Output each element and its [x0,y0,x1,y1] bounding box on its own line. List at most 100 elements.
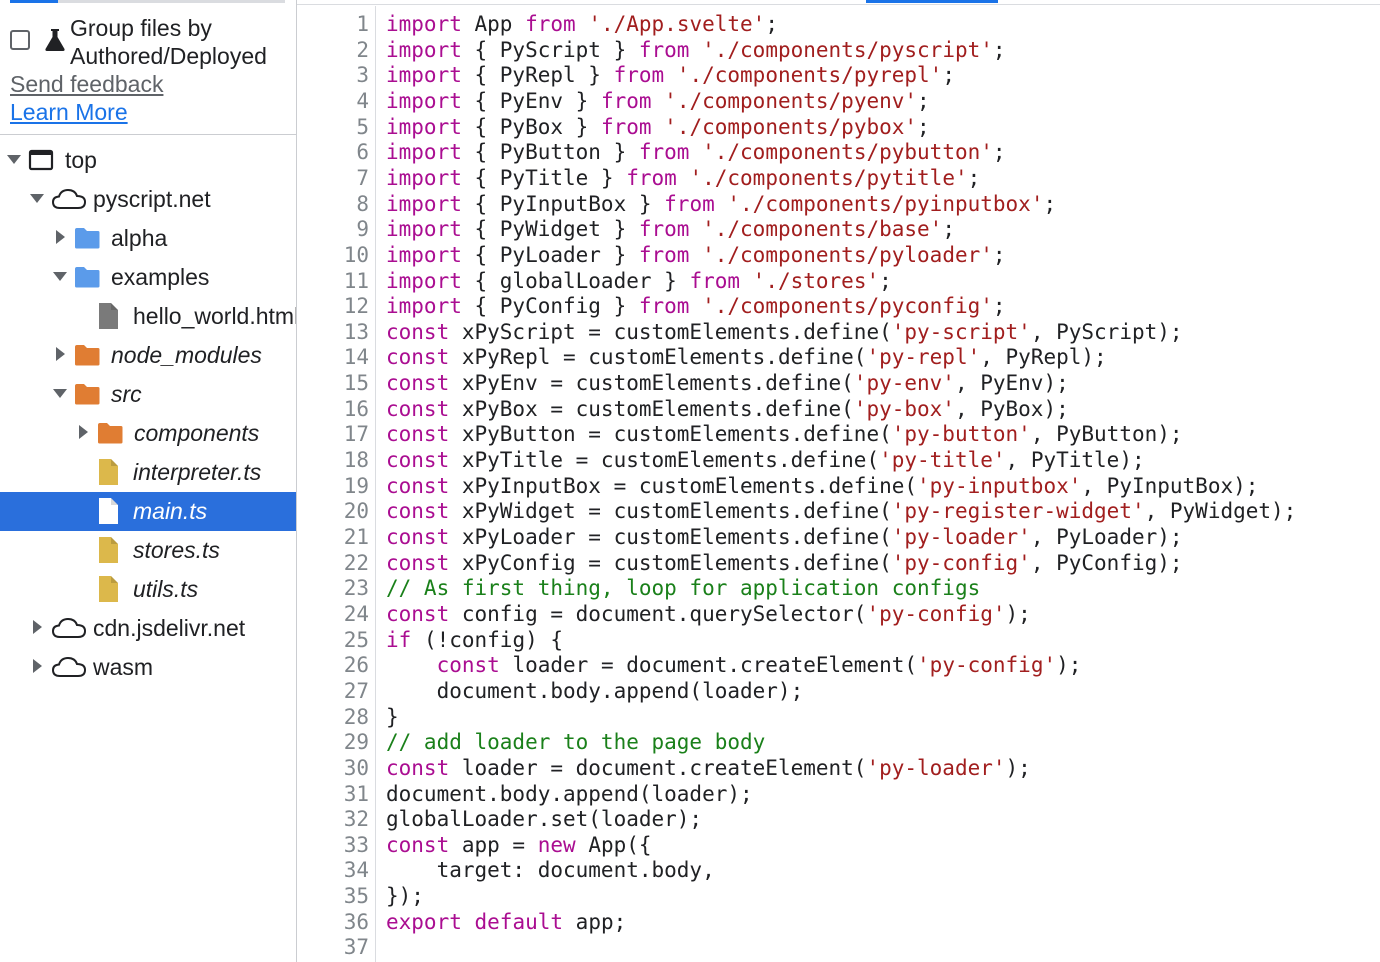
code-line[interactable]: 2 import { PyScript } from './components/… [297,38,1380,64]
collapsed-arrow-icon[interactable] [29,658,45,674]
code-line[interactable]: 9 import { PyWidget } from './components/… [297,217,1380,243]
line-number[interactable]: 35 [297,884,369,910]
line-number[interactable]: 3 [297,63,369,89]
code-text[interactable]: } [386,705,399,731]
line-number[interactable]: 25 [297,628,369,654]
expanded-arrow-icon[interactable] [29,190,45,206]
tree-item[interactable]: top [0,141,296,180]
code-line[interactable]: 24 const config = document.querySelector(… [297,602,1380,628]
code-text[interactable]: import { PyBox } from './components/pybo… [386,115,930,141]
code-line[interactable]: 34 target: document.body, [297,858,1380,884]
code-line[interactable]: 32 globalLoader.set(loader); [297,807,1380,833]
tree-item[interactable]: wasm [0,648,296,687]
tree-item[interactable]: components [0,414,296,453]
line-number[interactable]: 10 [297,243,369,269]
code-line[interactable]: 10 import { PyLoader } from './components… [297,243,1380,269]
line-number[interactable]: 7 [297,166,369,192]
code-text[interactable]: const xPyConfig = customElements.define(… [386,551,1183,577]
line-number[interactable]: 33 [297,833,369,859]
code-line[interactable]: 22 const xPyConfig = customElements.defin… [297,551,1380,577]
code-line[interactable]: 21 const xPyLoader = customElements.defin… [297,525,1380,551]
line-number[interactable]: 31 [297,782,369,808]
code-line[interactable]: 8 import { PyInputBox } from './component… [297,192,1380,218]
code-line[interactable]: 6 import { PyButton } from './components/… [297,140,1380,166]
line-number[interactable]: 37 [297,935,369,961]
code-line[interactable]: 19 const xPyInputBox = customElements.def… [297,474,1380,500]
code-line[interactable]: 27 document.body.append(loader); [297,679,1380,705]
tree-item[interactable]: alpha [0,219,296,258]
group-files-toggle[interactable]: Group files by Authored/Deployed [10,14,290,70]
line-number[interactable]: 36 [297,910,369,936]
line-number[interactable]: 21 [297,525,369,551]
code-text[interactable]: const xPyInputBox = customElements.defin… [386,474,1258,500]
line-number[interactable]: 30 [297,756,369,782]
tree-item[interactable]: hello_world.html [0,297,296,336]
code-line[interactable]: 11 import { globalLoader } from './stores… [297,269,1380,295]
learn-more-link[interactable]: Learn More [10,98,128,126]
line-number[interactable]: 32 [297,807,369,833]
line-number[interactable]: 27 [297,679,369,705]
line-number[interactable]: 15 [297,371,369,397]
code-text[interactable]: import { PyWidget } from './components/b… [386,217,955,243]
tree-item[interactable]: src [0,375,296,414]
code-text[interactable]: }); [386,884,424,910]
code-text[interactable]: import { PyEnv } from './components/pyen… [386,89,930,115]
tree-item[interactable]: main.ts [0,492,296,531]
line-number[interactable]: 4 [297,89,369,115]
code-text[interactable]: export default app; [386,910,626,936]
expanded-arrow-icon[interactable] [6,151,22,167]
code-text[interactable]: import { PyRepl } from './components/pyr… [386,63,955,89]
send-feedback-link[interactable]: Send feedback [10,70,163,98]
code-text[interactable]: const loader = document.createElement('p… [386,653,1082,679]
code-text[interactable]: import { PyTitle } from './components/py… [386,166,980,192]
code-text[interactable]: const xPyButton = customElements.define(… [386,422,1183,448]
line-number[interactable]: 9 [297,217,369,243]
code-text[interactable]: const config = document.querySelector('p… [386,602,1031,628]
line-number[interactable]: 12 [297,294,369,320]
code-line[interactable]: 17 const xPyButton = customElements.defin… [297,422,1380,448]
code-text[interactable]: import { PyInputBox } from './components… [386,192,1056,218]
tree-item[interactable]: stores.ts [0,531,296,570]
expanded-arrow-icon[interactable] [52,268,68,284]
line-number[interactable]: 23 [297,576,369,602]
code-line[interactable]: 29 // add loader to the page body [297,730,1380,756]
code-text[interactable]: const xPyRepl = customElements.define('p… [386,345,1107,371]
line-number[interactable]: 18 [297,448,369,474]
code-text[interactable]: document.body.append(loader); [386,782,753,808]
code-line[interactable]: 25 if (!config) { [297,628,1380,654]
collapsed-arrow-icon[interactable] [75,424,91,440]
code-line[interactable]: 31 document.body.append(loader); [297,782,1380,808]
line-number[interactable]: 2 [297,38,369,64]
tree-item[interactable]: interpreter.ts [0,453,296,492]
line-number[interactable]: 22 [297,551,369,577]
line-number[interactable]: 20 [297,499,369,525]
code-line[interactable]: 13 const xPyScript = customElements.defin… [297,320,1380,346]
code-line[interactable]: 33 const app = new App({ [297,833,1380,859]
tree-item[interactable]: node_modules [0,336,296,375]
code-text[interactable]: const xPyBox = customElements.define('py… [386,397,1069,423]
code-line[interactable]: 37 [297,935,1380,961]
code-line[interactable]: 35}); [297,884,1380,910]
code-line[interactable]: 30 const loader = document.createElement(… [297,756,1380,782]
code-line[interactable]: 3 import { PyRepl } from './components/py… [297,63,1380,89]
code-line[interactable]: 16 const xPyBox = customElements.define('… [297,397,1380,423]
code-line[interactable]: 18 const xPyTitle = customElements.define… [297,448,1380,474]
code-text[interactable]: const app = new App({ [386,833,652,859]
code-text[interactable]: // add loader to the page body [386,730,765,756]
code-text[interactable]: target: document.body, [386,858,715,884]
line-number[interactable]: 8 [297,192,369,218]
line-number[interactable]: 6 [297,140,369,166]
code-text[interactable]: globalLoader.set(loader); [386,807,702,833]
tree-item[interactable]: pyscript.net [0,180,296,219]
code-text[interactable]: const xPyScript = customElements.define(… [386,320,1183,346]
code-text[interactable]: import { PyButton } from './components/p… [386,140,1006,166]
collapsed-arrow-icon[interactable] [52,346,68,362]
code-text[interactable]: import { PyLoader } from './components/p… [386,243,1006,269]
line-number[interactable]: 24 [297,602,369,628]
tree-item[interactable]: cdn.jsdelivr.net [0,609,296,648]
code-text[interactable]: const loader = document.createElement('p… [386,756,1031,782]
code-text[interactable]: import { globalLoader } from './stores'; [386,269,892,295]
line-number[interactable]: 5 [297,115,369,141]
code-text[interactable]: const xPyWidget = customElements.define(… [386,499,1296,525]
code-text[interactable]: import { PyConfig } from './components/p… [386,294,1006,320]
